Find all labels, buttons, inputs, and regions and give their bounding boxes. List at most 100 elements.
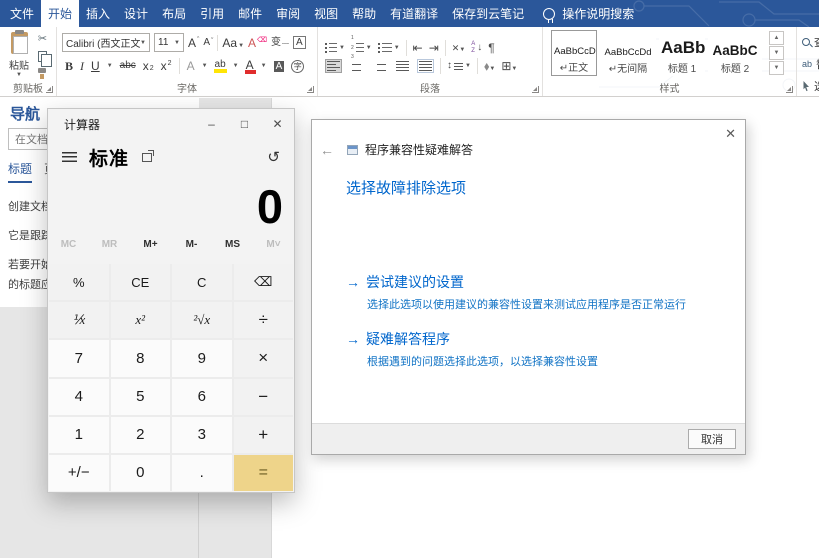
calc-key-÷[interactable]: ÷ <box>234 302 294 338</box>
clipboard-dialog-launcher[interactable] <box>46 86 53 93</box>
dialog-back-button[interactable]: ← <box>318 142 336 158</box>
line-spacing-button[interactable]: ↕▼ <box>447 61 471 71</box>
paste-dropdown-caret[interactable]: ▼ <box>5 72 33 78</box>
calculator-close-button[interactable]: ✕ <box>261 109 294 139</box>
underline-button[interactable]: U <box>91 60 100 72</box>
bullets-button[interactable]: ▼ <box>325 43 345 54</box>
calc-key-.[interactable]: . <box>172 455 232 491</box>
calc-key-²√x[interactable]: ²√x <box>172 302 232 338</box>
nav-tab-0[interactable]: 标题 <box>8 160 32 183</box>
calculator-minimize-button[interactable]: – <box>195 109 228 139</box>
multilevel-list-button[interactable]: ▼ <box>378 43 400 54</box>
calculator-titlebar[interactable]: 计算器 – □ ✕ <box>48 109 294 139</box>
ribbon-tab-5[interactable]: 引用 <box>193 0 231 27</box>
calc-key-7[interactable]: 7 <box>49 340 109 376</box>
superscript-button[interactable]: x2 <box>161 60 172 72</box>
font-size-combobox[interactable]: 11 ▼ <box>154 33 184 52</box>
calc-key-6[interactable]: 6 <box>172 379 232 415</box>
ribbon-tab-2[interactable]: 插入 <box>79 0 117 27</box>
italic-button[interactable]: I <box>80 60 84 72</box>
dialog-option-1[interactable]: →疑难解答程序根据遇到的问题选择此选项，以选择兼容性设置 <box>346 329 686 369</box>
font-color-button[interactable]: A <box>246 59 254 74</box>
styles-scroll-up[interactable]: ▲ <box>769 31 784 45</box>
strikethrough-button[interactable]: abc <box>120 61 136 71</box>
calc-key-0[interactable]: 0 <box>111 455 171 491</box>
style-card-3[interactable]: AaBbC标题 2 <box>708 30 762 76</box>
show-hide-marks-button[interactable]: ¶ <box>488 42 494 54</box>
copy-icon[interactable] <box>38 51 47 62</box>
character-shading-button[interactable]: A <box>274 61 285 72</box>
increase-indent-button[interactable]: ⇥ <box>429 42 439 54</box>
ribbon-tab-8[interactable]: 视图 <box>307 0 345 27</box>
character-border-button[interactable]: A <box>293 36 306 49</box>
ribbon-tab-1[interactable]: 开始 <box>41 0 79 27</box>
ribbon-tab-9[interactable]: 帮助 <box>345 0 383 27</box>
styles-scroll-down[interactable]: ▼ <box>769 46 784 60</box>
calc-key-×[interactable]: × <box>234 340 294 376</box>
enclose-characters-button[interactable]: 字 <box>291 60 304 73</box>
calc-key-⅟x[interactable]: ⅟x <box>49 302 109 338</box>
calc-key-C[interactable]: C <box>172 264 232 300</box>
phonetic-guide-button[interactable]: 变﹏ <box>271 38 289 48</box>
calc-key-+[interactable]: + <box>234 417 294 453</box>
calc-key-x²[interactable]: x² <box>111 302 171 338</box>
calc-key-5[interactable]: 5 <box>111 379 171 415</box>
cancel-button[interactable]: 取消 <box>688 429 736 449</box>
tell-me-search[interactable]: 操作说明搜索 <box>543 0 634 27</box>
styles-gallery-expand[interactable]: ▼ <box>769 61 784 75</box>
decrease-indent-button[interactable]: ⇤ <box>413 42 423 54</box>
paragraph-dialog-launcher[interactable] <box>532 86 539 93</box>
justify-button[interactable] <box>394 59 411 73</box>
clear-formatting-button[interactable]: A⌫ <box>248 37 267 49</box>
ribbon-tab-10[interactable]: 有道翻译 <box>383 0 445 27</box>
dialog-option-0[interactable]: →尝试建议的设置选择此选项以使用建议的兼容性设置来测试应用程序是否正常运行 <box>346 272 686 312</box>
find-button[interactable]: 查找 <box>802 34 819 50</box>
option-label[interactable]: 尝试建议的设置 <box>366 272 464 292</box>
calc-key-%[interactable]: % <box>49 264 109 300</box>
style-card-2[interactable]: AaBb标题 1 <box>659 30 705 76</box>
dialog-close-button[interactable]: ✕ <box>725 126 736 142</box>
paste-button[interactable]: 粘贴 ▼ <box>5 32 33 78</box>
calculator-maximize-button[interactable]: □ <box>228 109 261 139</box>
subscript-button[interactable]: x2 <box>143 60 154 72</box>
borders-button[interactable]: ⊞▼ <box>501 60 517 72</box>
ribbon-tab-4[interactable]: 布局 <box>155 0 193 27</box>
bold-button[interactable]: B <box>65 60 73 72</box>
calc-key-3[interactable]: 3 <box>172 417 232 453</box>
font-name-combobox[interactable]: Calibri (西文正文) ▼ <box>62 33 150 52</box>
styles-gallery-scroll[interactable]: ▲ ▼ ▼ <box>769 31 784 75</box>
calc-key-⌫[interactable]: ⌫ <box>234 264 294 300</box>
calculator-mode-label[interactable]: 标准 <box>89 144 129 171</box>
distribute-button[interactable] <box>417 59 434 73</box>
align-center-button[interactable] <box>348 59 365 73</box>
ribbon-tab-0[interactable]: 文件 <box>3 0 41 27</box>
highlight-color-button[interactable]: ab <box>215 60 226 73</box>
style-card-1[interactable]: AaBbCcDd↵无间隔 <box>600 30 656 76</box>
format-painter-icon[interactable] <box>37 68 48 79</box>
memory-4[interactable]: MS <box>212 239 253 263</box>
calc-key-+/−[interactable]: +/− <box>49 455 109 491</box>
memory-2[interactable]: M+ <box>130 239 171 263</box>
select-button[interactable]: 选择 <box>802 78 819 94</box>
calc-key-−[interactable]: − <box>234 379 294 415</box>
calc-key-=[interactable]: = <box>234 455 294 491</box>
style-card-0[interactable]: AaBbCcDd↵正文 <box>551 30 597 76</box>
ribbon-tab-7[interactable]: 审阅 <box>269 0 307 27</box>
calc-key-1[interactable]: 1 <box>49 417 109 453</box>
change-case-button[interactable]: Aa▼ <box>222 37 244 49</box>
replace-button[interactable]: ab替换 <box>802 56 819 72</box>
ribbon-tab-11[interactable]: 保存到云笔记 <box>445 0 531 27</box>
shading-button[interactable]: ⬧▼ <box>484 60 495 72</box>
calc-key-CE[interactable]: CE <box>111 264 171 300</box>
shrink-font-button[interactable]: Aˇ <box>203 38 213 48</box>
align-right-button[interactable] <box>371 59 388 73</box>
history-icon[interactable]: ↺ <box>267 148 280 166</box>
calc-key-2[interactable]: 2 <box>111 417 171 453</box>
option-label[interactable]: 疑难解答程序 <box>366 329 450 349</box>
calc-key-8[interactable]: 8 <box>111 340 171 376</box>
ribbon-tab-6[interactable]: 邮件 <box>231 0 269 27</box>
ribbon-tab-3[interactable]: 设计 <box>117 0 155 27</box>
grow-font-button[interactable]: Aˆ <box>188 37 199 49</box>
text-effects-button[interactable]: A <box>187 60 195 72</box>
align-left-button[interactable] <box>325 59 342 73</box>
